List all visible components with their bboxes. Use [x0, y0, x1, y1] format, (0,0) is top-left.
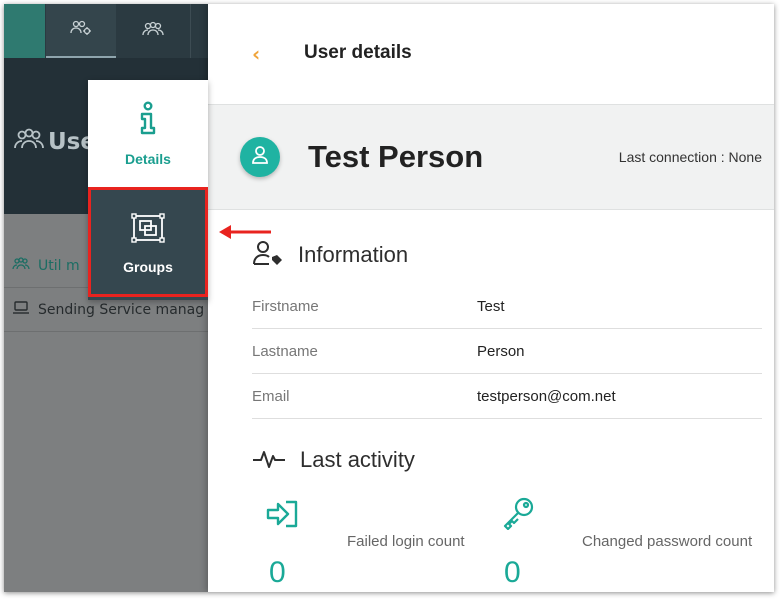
user-details-panel: ‹ User details Test Person Last connecti…: [208, 4, 774, 592]
changed-password-value: 0: [504, 556, 521, 589]
field-label: Email: [252, 387, 290, 405]
information-table: Firstname Test Lastname Person Email tes…: [252, 284, 762, 419]
field-value: Person: [477, 342, 525, 360]
user-summary: Test Person Last connection : None: [208, 104, 774, 210]
panel-header: ‹ User details: [208, 4, 774, 104]
field-value: testperson@com.net: [477, 387, 616, 405]
screenshot-frame: Use Util m Sending Service manag Details: [4, 4, 774, 592]
user-tag-icon: [252, 240, 284, 270]
pointer-arrow-icon: [219, 225, 271, 239]
back-button[interactable]: ‹: [252, 42, 260, 66]
tab-users[interactable]: [118, 4, 188, 58]
key-icon: [502, 496, 536, 534]
menu-item-details[interactable]: Details: [88, 80, 208, 188]
changed-password-label: Changed password count: [582, 533, 753, 550]
last-activity-heading: Last activity: [252, 446, 415, 474]
table-row: Email testperson@com.net: [252, 374, 762, 419]
user-icon: [251, 145, 269, 169]
information-heading: Information: [252, 240, 408, 270]
last-connection: Last connection : None: [618, 149, 762, 165]
users-icon: [14, 128, 44, 156]
table-row: Firstname Test: [252, 284, 762, 329]
user-name: Test Person: [308, 139, 484, 174]
users-icon: [12, 256, 38, 275]
field-label: Firstname: [252, 297, 319, 315]
nav-accent: [4, 4, 45, 58]
monitor-icon: [12, 300, 38, 319]
left-page-title: Use: [14, 128, 96, 156]
top-nav-bar: [4, 4, 209, 58]
login-icon: [266, 500, 300, 532]
field-label: Lastname: [252, 342, 318, 360]
activity-pulse-icon: [252, 446, 286, 474]
users-icon: [142, 21, 164, 41]
table-row: Lastname Person: [252, 329, 762, 374]
avatar: [240, 137, 280, 177]
failed-login-label: Failed login count: [347, 533, 465, 550]
panel-title: User details: [304, 42, 412, 63]
highlight-box: [88, 187, 208, 297]
field-value: Test: [477, 297, 505, 315]
tab-more[interactable]: [190, 4, 209, 58]
info-icon: [138, 101, 158, 139]
tab-users-settings[interactable]: [46, 4, 116, 58]
failed-login-value: 0: [269, 556, 286, 589]
users-gear-icon: [70, 20, 92, 40]
